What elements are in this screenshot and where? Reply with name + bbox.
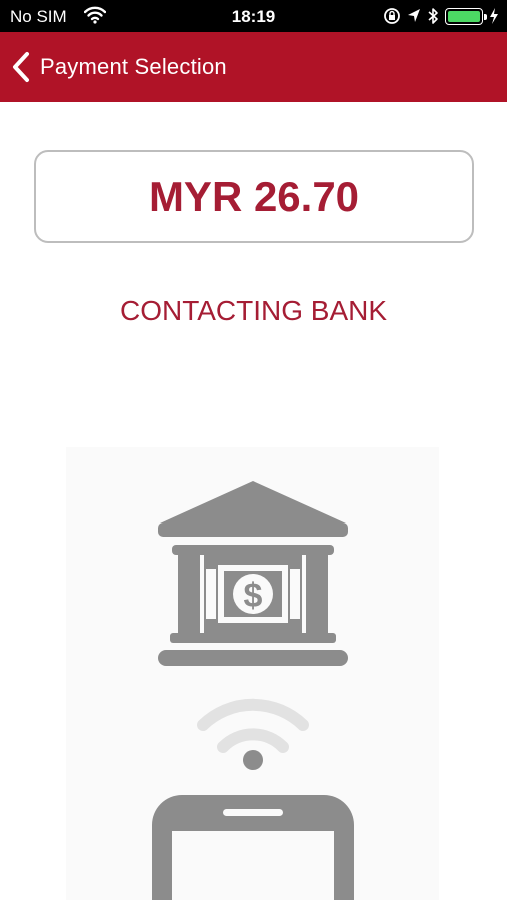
status-bar: No SIM 18:19 — [0, 0, 507, 32]
chevron-left-icon — [13, 52, 29, 82]
status-icons — [383, 6, 499, 26]
contacting-bank-illustration: $ — [66, 447, 439, 900]
navigation-bar: Payment Selection — [0, 32, 507, 102]
charging-bolt-icon — [490, 8, 498, 24]
amount-display: MYR 26.70 — [34, 150, 474, 243]
battery-icon — [445, 7, 487, 25]
orientation-lock-icon — [384, 8, 400, 24]
payment-amount: MYR 26.70 — [148, 172, 360, 220]
connection-status: CONTACTING BANK — [119, 295, 388, 326]
back-button[interactable]: Payment Selection — [10, 32, 227, 102]
svg-text:$: $ — [244, 577, 263, 615]
illustration-graphic: $ — [152, 481, 354, 900]
wireless-signal-icon — [197, 698, 309, 770]
location-arrow-icon — [408, 9, 420, 22]
battery-tip — [484, 13, 487, 20]
page-title: Payment Selection — [40, 54, 227, 79]
battery-level — [448, 10, 480, 22]
phone-icon — [152, 795, 354, 900]
bank-icon — [158, 481, 348, 666]
bluetooth-icon — [428, 8, 438, 24]
